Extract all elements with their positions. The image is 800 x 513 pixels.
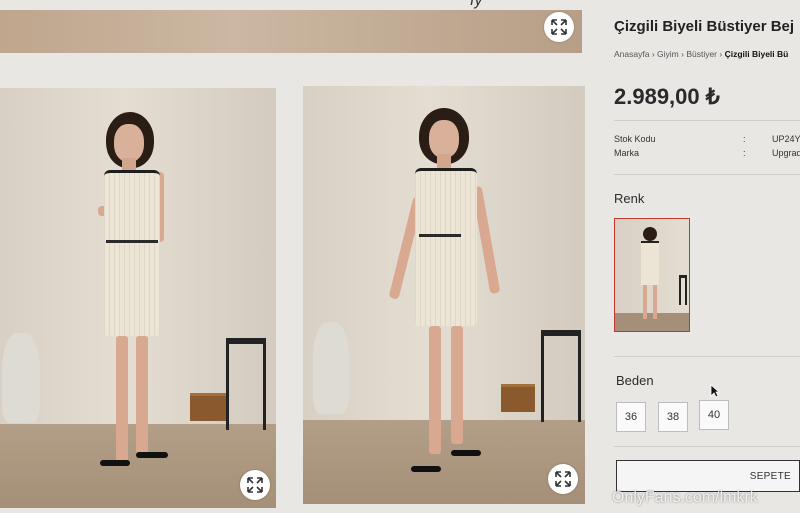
expand-arrows-icon [551, 19, 567, 35]
spec-separator: : [743, 134, 746, 144]
spec-label-stock-code: Stok Kodu [614, 134, 656, 144]
expand-arrows-icon [555, 471, 571, 487]
wooden-box [190, 393, 226, 421]
statue-decoration [313, 322, 349, 414]
divider [614, 120, 800, 121]
breadcrumb-item-clothing[interactable]: Giyim [657, 49, 679, 59]
price: 2.989,00 ₺ [614, 84, 720, 109]
zoom-button-top[interactable] [544, 12, 574, 42]
divider [614, 174, 800, 175]
color-swatch-selected[interactable] [614, 218, 690, 332]
model-figure [90, 110, 190, 490]
watermark: OnlyFans.com/lmkrk [612, 489, 758, 506]
stool [226, 338, 266, 430]
product-photo-1[interactable] [0, 88, 276, 508]
spec-value-brand: Upgrad [772, 148, 800, 158]
size-option-40[interactable]: 40 [699, 400, 729, 430]
stool [541, 330, 581, 422]
mouse-pointer-icon [710, 384, 720, 398]
breadcrumb-item-category[interactable]: Büstiyer [686, 49, 717, 59]
breadcrumb-item-home[interactable]: Anasayfa [614, 49, 649, 59]
header-fragment: fy [470, 0, 483, 9]
divider [614, 356, 800, 357]
spec-value-stock-code: UP24Y [772, 134, 800, 144]
size-section-title: Beden [616, 373, 654, 388]
divider [614, 446, 800, 447]
spec-label-brand: Marka [614, 148, 640, 158]
breadcrumb-item-current: Çizgili Biyeli Bü [724, 49, 789, 59]
breadcrumb: Anasayfa › Giyim › Büstiyer › Çizgili Bi… [614, 49, 789, 59]
zoom-button-photo-1[interactable] [240, 470, 270, 500]
size-option-36[interactable]: 36 [616, 402, 646, 432]
color-section-title: Renk [614, 191, 645, 206]
statue-decoration [2, 333, 40, 423]
product-title: Çizgili Biyeli Büstiyer Bej [614, 18, 795, 35]
expand-arrows-icon [247, 477, 263, 493]
spec-separator: : [743, 148, 746, 158]
product-photo-2[interactable] [303, 86, 585, 504]
model-figure [388, 106, 511, 486]
size-option-38[interactable]: 38 [658, 402, 688, 432]
add-to-cart-button[interactable]: SEPETE [616, 460, 800, 492]
zoom-button-photo-2[interactable] [548, 464, 578, 494]
top-banner-image[interactable] [0, 10, 582, 53]
